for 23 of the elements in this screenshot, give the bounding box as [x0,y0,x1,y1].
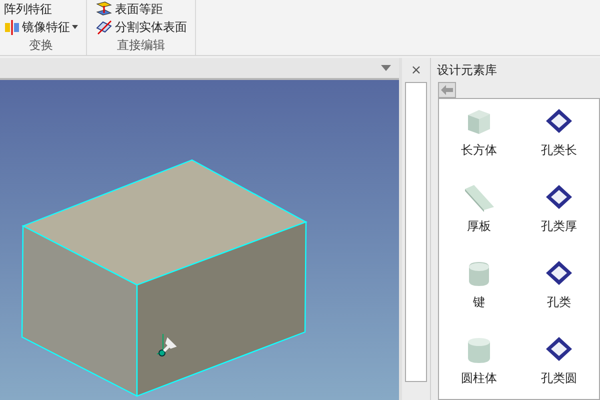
library-item[interactable]: 孔类厚 [519,179,599,255]
close-button[interactable]: × [410,64,422,76]
ribbon-command[interactable]: 表面等距 [91,1,191,17]
panel-title: 设计元素库 [436,62,498,79]
group-label: 直接编辑 [117,37,165,54]
back-arrow-icon [441,85,453,95]
library-item[interactable]: 键 [439,255,519,331]
ribbon-command[interactable]: 分割实体表面 [91,19,191,35]
library-item[interactable]: 圆柱体 [439,331,519,399]
group-label: 变换 [29,37,53,54]
mirror-icon [4,19,20,35]
dropdown-icon[interactable] [381,65,392,71]
layers-icon [95,1,113,17]
ribbon-command[interactable]: 阵列特征 [0,1,82,17]
plate-shape-icon [462,183,496,213]
split-surface-icon [95,19,113,35]
library-item[interactable]: 厚板 [439,179,519,255]
library-item[interactable]: 孔类长 [519,103,599,179]
library-item[interactable]: 孔类圆 [519,331,599,399]
library-item[interactable]: 孔类 [519,255,599,331]
library-item[interactable]: 长方体 [439,103,519,179]
back-button[interactable] [438,82,456,98]
ribbon-command[interactable]: 镜像特征 [0,19,82,35]
